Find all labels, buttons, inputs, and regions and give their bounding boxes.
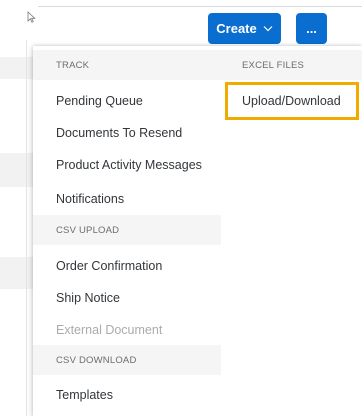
menu-item-order-confirmation[interactable]: Order Confirmation — [33, 250, 221, 282]
section-header-excel-files: EXCEL FILES — [221, 50, 362, 80]
section-header-csv-upload: CSV UPLOAD — [33, 215, 221, 245]
menu-item-product-activity-messages[interactable]: Product Activity Messages — [33, 149, 221, 181]
menu-item-documents-to-resend[interactable]: Documents To Resend — [33, 117, 221, 149]
menu-item-external-document: External Document — [56, 323, 163, 337]
more-actions-button[interactable]: ... — [296, 13, 327, 44]
menu-item-templates[interactable]: Templates — [33, 379, 221, 411]
background-border — [26, 40, 27, 416]
create-button[interactable]: Create — [208, 13, 281, 44]
more-actions-label: ... — [306, 21, 317, 36]
create-button-label: Create — [216, 21, 257, 36]
section-header-track: TRACK — [33, 50, 221, 80]
section-header-csv-download: CSV DOWNLOAD — [33, 345, 221, 375]
page-divider — [38, 6, 362, 7]
menu-item-notifications[interactable]: Notifications — [33, 183, 221, 215]
arrow-cursor-icon — [27, 11, 36, 23]
highlight-box — [225, 82, 359, 120]
chevron-down-icon — [263, 26, 273, 32]
menu-item-pending-queue[interactable]: Pending Queue — [33, 85, 221, 117]
menu-item-ship-notice[interactable]: Ship Notice — [33, 282, 221, 314]
